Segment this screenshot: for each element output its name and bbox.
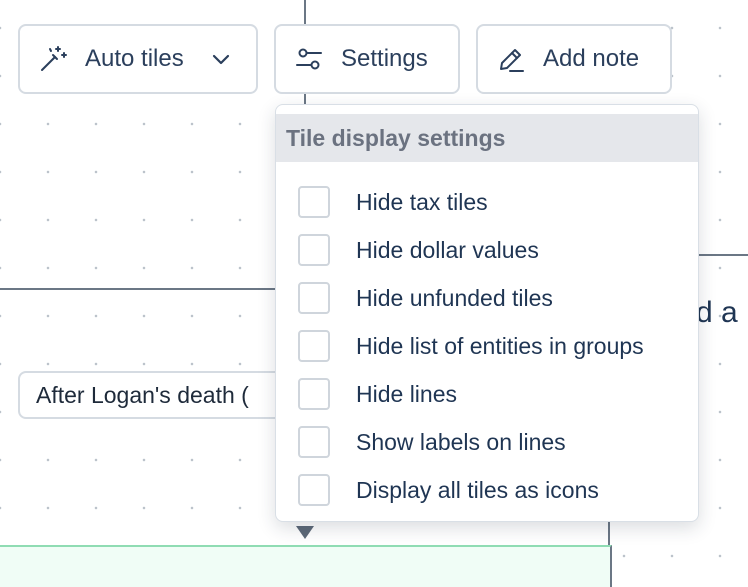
option-hide-tax-tiles[interactable]: Hide tax tiles xyxy=(298,184,488,220)
add-note-label: Add note xyxy=(543,45,640,72)
green-tile[interactable] xyxy=(0,545,612,587)
option-label: Hide unfunded tiles xyxy=(356,284,553,311)
option-hide-list-of-entities[interactable]: Hide list of entities in groups xyxy=(298,328,644,364)
tile-label-after-logans-death[interactable]: After Logan's death ( xyxy=(18,371,298,419)
tile-display-settings-dropdown: Tile display settings Hide tax tiles Hid… xyxy=(275,104,699,522)
partial-tile-text: d a xyxy=(696,296,738,329)
auto-tiles-button[interactable]: Auto tiles xyxy=(18,24,258,94)
option-label: Hide tax tiles xyxy=(356,188,488,215)
pencil-icon xyxy=(496,44,526,74)
checkbox[interactable] xyxy=(298,186,330,218)
magic-wand-icon xyxy=(38,44,68,74)
checkbox[interactable] xyxy=(298,330,330,362)
checkbox[interactable] xyxy=(298,378,330,410)
option-label: Hide lines xyxy=(356,380,457,407)
option-label: Display all tiles as icons xyxy=(356,476,599,503)
checkbox[interactable] xyxy=(298,282,330,314)
option-hide-unfunded-tiles[interactable]: Hide unfunded tiles xyxy=(298,280,553,316)
arrow-down-icon xyxy=(296,526,314,539)
sliders-icon xyxy=(294,44,324,74)
option-label: Hide list of entities in groups xyxy=(356,332,644,359)
option-show-labels-on-lines[interactable]: Show labels on lines xyxy=(298,424,566,460)
settings-button[interactable]: Settings xyxy=(274,24,460,94)
checkbox[interactable] xyxy=(298,234,330,266)
checkbox[interactable] xyxy=(298,474,330,506)
connector-line-horizontal xyxy=(0,288,276,290)
connector-line-right-horizontal xyxy=(698,254,748,256)
dropdown-header: Tile display settings xyxy=(276,114,698,162)
add-note-button[interactable]: Add note xyxy=(476,24,672,94)
option-label: Show labels on lines xyxy=(356,428,566,455)
option-hide-dollar-values[interactable]: Hide dollar values xyxy=(298,232,539,268)
chevron-down-icon[interactable] xyxy=(210,48,232,70)
checkbox[interactable] xyxy=(298,426,330,458)
option-label: Hide dollar values xyxy=(356,236,539,263)
option-hide-lines[interactable]: Hide lines xyxy=(298,376,457,412)
option-display-tiles-as-icons[interactable]: Display all tiles as icons xyxy=(298,472,599,508)
settings-label: Settings xyxy=(341,45,428,72)
auto-tiles-label: Auto tiles xyxy=(85,45,184,72)
